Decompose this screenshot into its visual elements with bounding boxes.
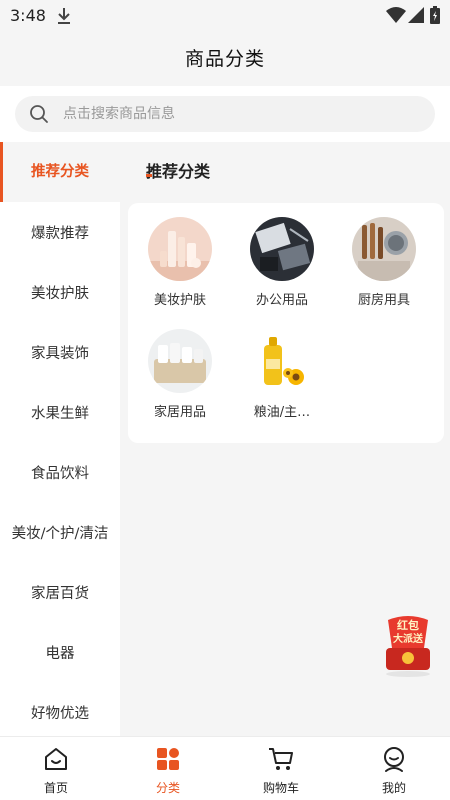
sidebar-item-beauty[interactable]: 美妆护肤 xyxy=(0,264,120,324)
promo-text-1: 红包 xyxy=(397,618,419,632)
category-label: 家居用品 xyxy=(153,405,206,420)
sidebar-item-label: 家居百货 xyxy=(31,586,89,602)
category-sidebar: 推荐分类 爆款推荐 美妆护肤 家具装饰 水果生鲜 食品饮料 美妆/个护/清洁 家… xyxy=(0,142,120,736)
sidebar-item-selected-goods[interactable]: 好物优选 xyxy=(0,684,120,744)
sidebar-item-personal-care[interactable]: 美妆/个护/清洁 xyxy=(0,504,120,564)
sidebar-item-label: 美妆/个护/清洁 xyxy=(11,526,109,542)
page-header: 商品分类 xyxy=(0,32,450,86)
tab-cart[interactable]: 购物车 xyxy=(225,737,337,800)
tab-label: 首页 xyxy=(43,781,68,795)
tab-label: 分类 xyxy=(155,781,180,795)
category-beauty[interactable]: 美妆护肤 xyxy=(130,217,230,308)
sidebar-item-recommended[interactable]: 推荐分类 xyxy=(0,142,120,202)
battery-icon xyxy=(430,6,440,24)
sidebar-item-fresh[interactable]: 水果生鲜 xyxy=(0,384,120,444)
sidebar-item-household[interactable]: 家居百货 xyxy=(0,564,120,624)
category-label: 粮油/主… xyxy=(253,405,311,420)
tab-category[interactable]: 分类 xyxy=(112,737,224,800)
sidebar-item-label: 推荐分类 xyxy=(31,164,89,180)
sidebar-item-appliances[interactable]: 电器 xyxy=(0,624,120,684)
section-title-accent xyxy=(146,174,152,177)
tab-profile[interactable]: 我的 xyxy=(338,737,450,800)
grain-oil-icon xyxy=(250,329,314,393)
tab-home[interactable]: 首页 xyxy=(0,737,112,800)
search-input[interactable]: 点击搜索商品信息 xyxy=(15,96,435,132)
kitchenware-icon xyxy=(352,217,416,281)
download-icon xyxy=(58,8,70,24)
red-packet-promo[interactable]: 红包 大派送 xyxy=(380,612,436,678)
promo-text-2: 大派送 xyxy=(393,632,424,645)
sidebar-item-label: 水果生鲜 xyxy=(31,406,89,422)
category-grid: 美妆护肤 办公用品 厨房用具 家居用品 粮油/主… xyxy=(128,203,444,443)
cart-icon xyxy=(269,748,293,770)
search-placeholder: 点击搜索商品信息 xyxy=(63,106,175,122)
status-time: 3:48 xyxy=(10,6,46,25)
search-bar: 点击搜索商品信息 xyxy=(0,86,450,142)
home-icon xyxy=(45,748,67,770)
tab-label: 购物车 xyxy=(262,781,299,795)
signal-icon xyxy=(408,7,424,23)
sidebar-item-food[interactable]: 食品饮料 xyxy=(0,444,120,504)
category-office[interactable]: 办公用品 xyxy=(232,217,332,308)
category-label: 美妆护肤 xyxy=(153,293,206,308)
status-bar: 3:48 xyxy=(0,0,450,32)
wifi-icon xyxy=(386,7,406,23)
category-home[interactable]: 家居用品 xyxy=(130,329,230,420)
category-icon xyxy=(157,748,179,770)
category-label: 办公用品 xyxy=(255,293,308,308)
category-kitchen[interactable]: 厨房用具 xyxy=(334,217,434,308)
profile-icon xyxy=(384,747,404,772)
sidebar-item-label: 电器 xyxy=(45,646,75,662)
sidebar-item-label: 食品饮料 xyxy=(31,466,89,482)
active-indicator xyxy=(0,142,3,202)
category-label: 厨房用具 xyxy=(357,293,410,308)
sidebar-item-label: 好物优选 xyxy=(31,706,89,722)
sidebar-item-label: 美妆护肤 xyxy=(31,286,89,302)
sidebar-item-hot[interactable]: 爆款推荐 xyxy=(0,204,120,264)
bottom-tab-bar: 首页 分类 购物车 我的 xyxy=(0,736,450,800)
page-title: 商品分类 xyxy=(184,48,265,70)
section-title: 推荐分类 xyxy=(146,162,211,181)
sidebar-item-label: 爆款推荐 xyxy=(31,226,89,242)
home-goods-icon xyxy=(148,329,212,393)
category-grain-oil[interactable]: 粮油/主… xyxy=(232,329,332,420)
tab-label: 我的 xyxy=(381,781,406,795)
search-icon xyxy=(30,105,48,123)
office-supplies-icon xyxy=(250,217,314,281)
cosmetics-icon xyxy=(148,217,212,281)
sidebar-item-furniture[interactable]: 家具装饰 xyxy=(0,324,120,384)
sidebar-item-label: 家具装饰 xyxy=(31,346,89,362)
